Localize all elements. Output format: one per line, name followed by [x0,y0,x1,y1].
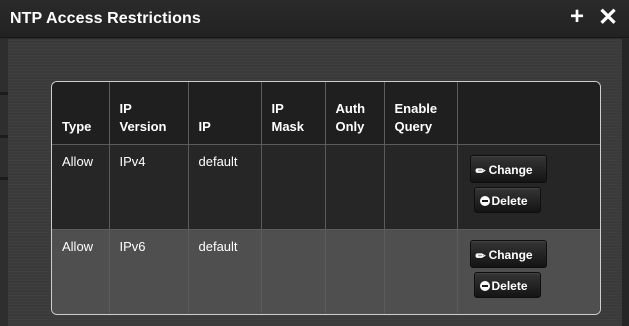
cell-ip-version: IPv4 [109,144,189,230]
cell-auth-only [325,229,385,314]
minus-circle-icon [479,196,490,206]
add-restriction-button[interactable]: + [565,3,589,31]
cell-ip: default [188,229,262,314]
change-button-label: Change [488,163,533,177]
cell-enable-query [384,144,458,230]
delete-button[interactable]: Delete [473,186,541,213]
change-button[interactable]: ✏ Change [469,154,547,183]
cell-enable-query [384,229,458,314]
pencil-icon: ✏ [475,249,486,263]
dialog-title: NTP Access Restrictions [10,10,201,27]
change-button[interactable]: ✏ Change [469,239,547,268]
column-header-actions [457,82,600,145]
cell-ip-version: IPv6 [109,229,189,314]
table-row: Allow IPv4 default ✏ Change Delete [52,144,600,230]
column-header-auth-only: Auth Only [325,82,385,145]
column-header-type: Type [52,82,110,145]
cell-type: Allow [52,144,110,230]
column-header-ip-mask: IP Mask [261,82,326,145]
delete-button-label: Delete [491,279,528,293]
column-header-ip-version: IP Version [109,82,189,145]
cell-type: Allow [52,229,110,314]
plus-icon: + [569,3,584,30]
ntp-restrictions-table: Type IP Version IP IP Mask Auth Only Enable… [51,81,601,315]
close-icon: ✕ [597,3,619,31]
dialog-title-bar: NTP Access Restrictions + ✕ [0,0,629,38]
dialog-content: Type IP Version IP IP Mask Auth Only Enable… [8,39,622,326]
cell-auth-only [325,144,385,230]
close-dialog-button[interactable]: ✕ [596,3,620,31]
pencil-icon: ✏ [475,164,486,178]
left-edge [0,39,8,326]
minus-circle-icon [479,281,490,291]
table-header-row: Type IP Version IP IP Mask Auth Only Enable… [52,82,600,145]
delete-button[interactable]: Delete [473,271,541,298]
table-row: Allow IPv6 default ✏ Change Delete [52,229,600,314]
column-header-ip: IP [188,82,262,145]
cell-actions: ✏ Change Delete [457,144,600,230]
change-button-label: Change [488,248,533,262]
column-header-enable-query: Enable Query [384,82,458,145]
cell-ip: default [188,144,262,230]
cell-ip-mask [261,144,326,230]
cell-actions: ✏ Change Delete [457,229,600,314]
cell-ip-mask [261,229,326,314]
delete-button-label: Delete [491,194,528,208]
right-edge [622,39,629,326]
